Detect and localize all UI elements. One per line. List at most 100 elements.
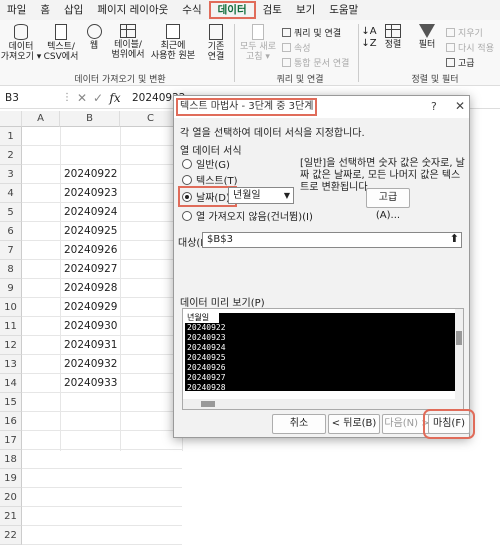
row-header[interactable]: 3 — [0, 165, 22, 184]
function-icon[interactable]: fx — [106, 91, 124, 105]
advanced-button[interactable]: 고급(A)... — [366, 188, 410, 221]
preview-column[interactable]: 년월일 20240922 20240923 20240924 20240925 2024… — [185, 313, 457, 391]
row-header[interactable]: 4 — [0, 184, 22, 203]
radio-skip[interactable]: 열 가져오지 않음(건너뜀)(I) — [182, 208, 313, 223]
recent-sources-button[interactable]: 최근에 사용한 원본 — [150, 24, 196, 61]
collapse-dialog-icon[interactable]: ⬆ — [450, 232, 459, 246]
row-header[interactable]: 18 — [0, 450, 22, 469]
advanced-filter-button[interactable]: 고급 — [446, 56, 475, 69]
row-header[interactable]: 21 — [0, 507, 22, 526]
preview-row: 20240922 — [187, 323, 226, 332]
properties-label: 속성 — [294, 43, 311, 54]
recent-label: 최근에 사용한 원본 — [150, 41, 196, 61]
column-header-b[interactable]: B — [60, 111, 120, 127]
row-header[interactable]: 10 — [0, 298, 22, 317]
row-header[interactable]: 20 — [0, 488, 22, 507]
from-web-button[interactable]: 웹 — [84, 24, 104, 51]
existing-connections-button[interactable]: 기존 연결 — [204, 24, 228, 62]
cancel-icon[interactable]: ✕ — [74, 91, 90, 105]
row-header[interactable]: 12 — [0, 336, 22, 355]
refresh-all-button[interactable]: 모두 새로 고침 ▾ — [238, 24, 278, 62]
row-header[interactable]: 2 — [0, 146, 22, 165]
menu-item-5[interactable]: 데이터 — [208, 1, 256, 19]
dialog-titlebar[interactable]: 텍스트 마법사 - 3단계 중 3단계 ? ✕ — [174, 96, 469, 118]
column-header-a[interactable]: A — [22, 111, 60, 127]
radio-text[interactable]: 텍스트(T) — [182, 172, 238, 187]
scroll-thumb[interactable] — [201, 401, 215, 407]
row-header[interactable]: 6 — [0, 222, 22, 241]
row-header[interactable]: 7 — [0, 241, 22, 260]
clear-button[interactable]: 지우기 — [446, 26, 483, 39]
cell-b[interactable]: 20240927 — [62, 260, 117, 279]
row-header[interactable]: 11 — [0, 317, 22, 336]
cell-b[interactable]: 20240933 — [62, 374, 117, 393]
cell-b[interactable]: 20240924 — [62, 203, 117, 222]
date-format-select[interactable]: 년월일 ▼ — [228, 187, 294, 204]
name-box[interactable]: B3 — [2, 89, 60, 107]
reapply-button[interactable]: 다시 적용 — [446, 41, 494, 54]
cancel-button[interactable]: 취소 — [272, 414, 326, 434]
row-header[interactable]: 19 — [0, 469, 22, 488]
menu-item-2[interactable]: 삽입 — [57, 1, 90, 19]
select-all-corner[interactable] — [0, 111, 22, 127]
menu-item-3[interactable]: 페이지 레이아웃 — [90, 1, 175, 19]
row-header[interactable]: 22 — [0, 526, 22, 545]
scroll-thumb[interactable] — [456, 331, 462, 345]
row-header[interactable]: 14 — [0, 374, 22, 393]
existing-label: 기존 연결 — [207, 42, 225, 62]
row-header[interactable]: 15 — [0, 393, 22, 412]
menu-item-4[interactable]: 수식 — [175, 1, 208, 19]
queries-connections-button[interactable]: 쿼리 및 연결 — [282, 26, 341, 39]
back-button[interactable]: < 뒤로(B) — [328, 414, 380, 434]
cell-b[interactable]: 20240925 — [62, 222, 117, 241]
data-preview[interactable]: 년월일 20240922 20240923 20240924 20240925 2024… — [182, 308, 464, 410]
from-table-button[interactable]: 테이블/ 범위에서 — [110, 24, 146, 60]
edit-links-button[interactable]: 통합 문서 연결 — [282, 56, 349, 69]
row-header[interactable]: 17 — [0, 431, 22, 450]
cell-b[interactable]: 20240930 — [62, 317, 117, 336]
close-icon[interactable]: ✕ — [455, 99, 465, 113]
enter-icon[interactable]: ✓ — [90, 91, 106, 105]
row-header[interactable]: 16 — [0, 412, 22, 431]
row-header[interactable]: 5 — [0, 203, 22, 222]
row-header[interactable]: 1 — [0, 127, 22, 146]
advanced-filter-label: 고급 — [458, 58, 475, 69]
radio-general-label: 일반(G) — [196, 160, 230, 171]
table-icon — [120, 24, 136, 38]
get-data-button[interactable]: 데이터 가져오기 ▾ — [1, 24, 41, 62]
refresh-label: 모두 새로 고침 ▾ — [240, 42, 276, 62]
menu-item-6[interactable]: 검토 — [256, 1, 289, 19]
menu-item-0[interactable]: 파일 — [0, 1, 33, 19]
menu-item-1[interactable]: 홈 — [33, 1, 57, 19]
cell-b[interactable]: 20240931 — [62, 336, 117, 355]
cell-b[interactable]: 20240926 — [62, 241, 117, 260]
column-format-label: 열 데이터 서식 — [180, 146, 242, 157]
database-icon — [14, 24, 28, 40]
help-icon[interactable]: ? — [431, 100, 437, 113]
properties-button[interactable]: 속성 — [282, 41, 311, 54]
preview-vertical-scrollbar[interactable] — [455, 309, 463, 409]
text-csv-button[interactable]: 텍스트/ CSV에서 — [44, 24, 78, 62]
preview-row: 20240924 — [187, 343, 226, 352]
reapply-label: 다시 적용 — [458, 43, 494, 54]
filter-button[interactable]: 필터 — [414, 24, 440, 50]
destination-input[interactable]: $B$3 ⬆ — [202, 232, 462, 248]
radio-general[interactable]: 일반(G) — [182, 156, 230, 171]
cell-b[interactable]: 20240923 — [62, 184, 117, 203]
finish-button[interactable]: 마침(F) — [423, 409, 475, 439]
sort-asc-button[interactable]: ↓A ↓Z — [360, 26, 378, 50]
cell-b[interactable]: 20240929 — [62, 298, 117, 317]
row-header[interactable]: 8 — [0, 260, 22, 279]
menu-item-8[interactable]: 도움말 — [322, 1, 365, 19]
cell-b[interactable]: 20240922 — [62, 165, 117, 184]
row-header[interactable]: 13 — [0, 355, 22, 374]
ribbon-divider — [234, 24, 235, 82]
preview-horizontal-scrollbar[interactable] — [183, 399, 457, 409]
cell-b[interactable]: 20240932 — [62, 355, 117, 374]
row-header[interactable]: 9 — [0, 279, 22, 298]
sort-button[interactable]: 정렬 — [380, 24, 406, 50]
menu-item-7[interactable]: 보기 — [289, 1, 322, 19]
cell-b[interactable]: 20240928 — [62, 279, 117, 298]
next-button[interactable]: 다음(N) > — [382, 414, 432, 434]
chevron-down-icon: ▼ — [283, 191, 290, 200]
